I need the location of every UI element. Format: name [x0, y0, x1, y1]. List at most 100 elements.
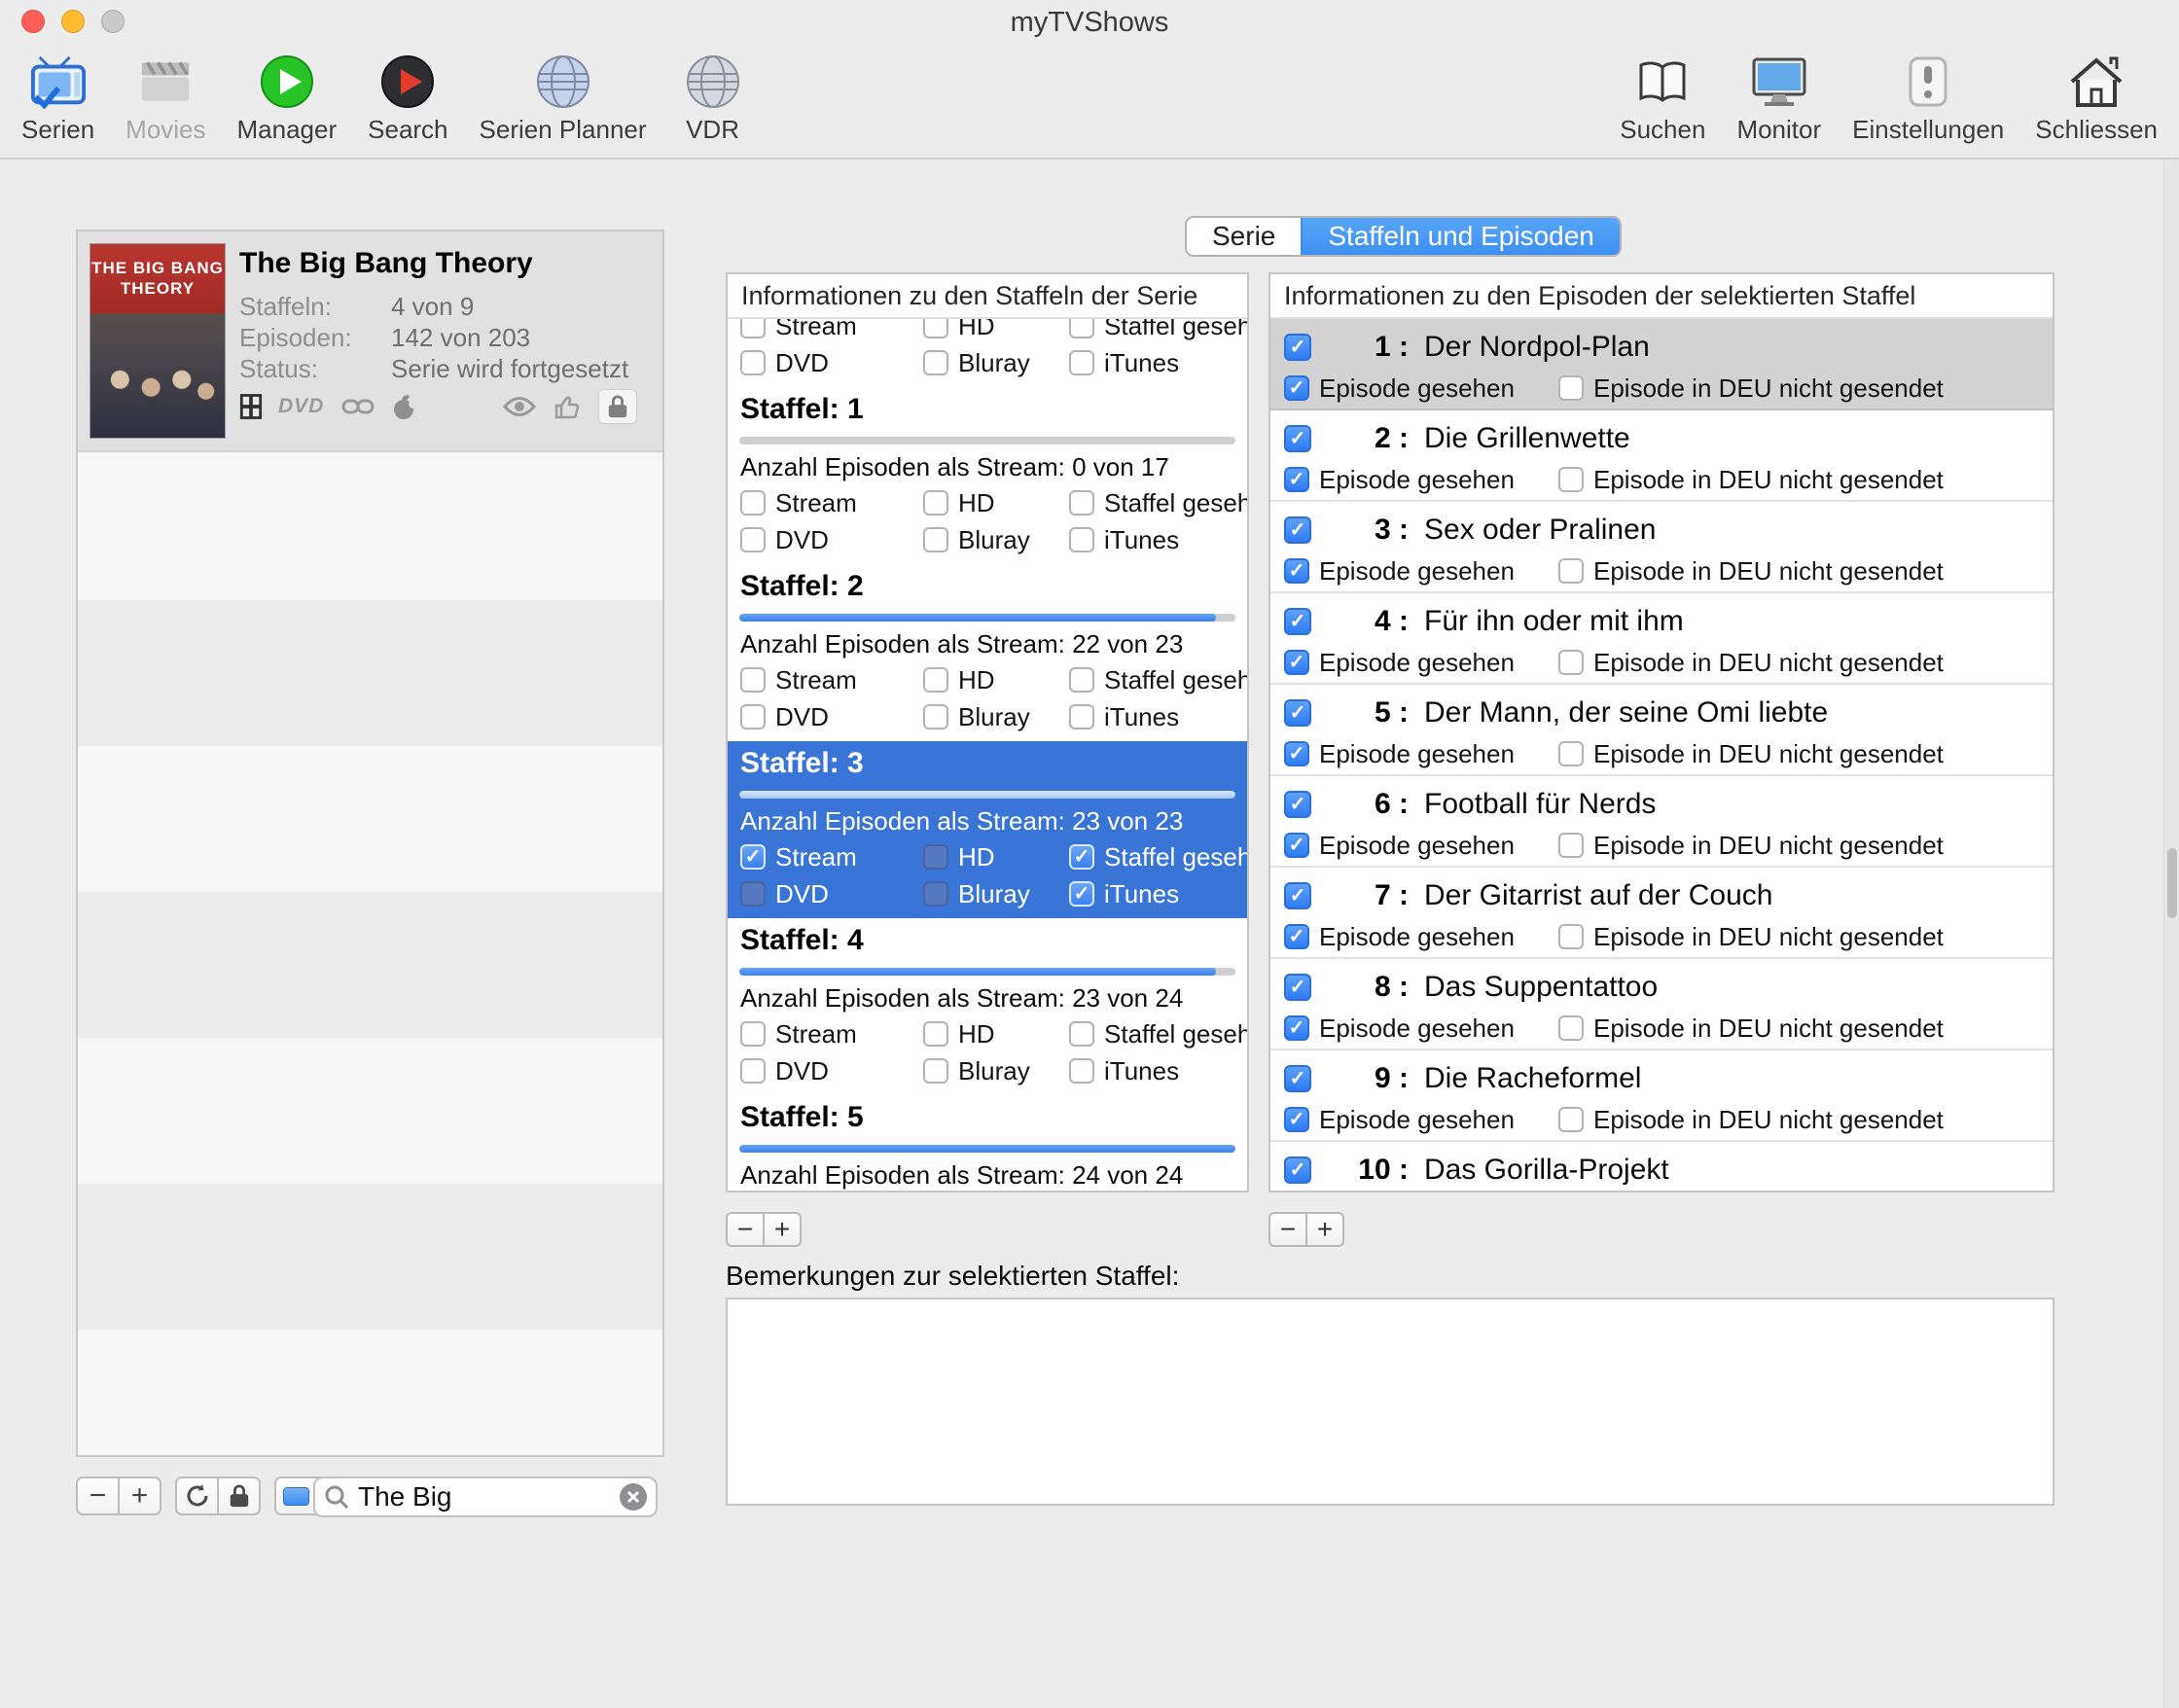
dvd-checkbox[interactable]: DVD: [740, 879, 923, 909]
episode-deu-checkbox[interactable]: Episode in DEU nicht gesendet: [1558, 465, 1944, 495]
add-season-button[interactable]: +: [763, 1212, 802, 1247]
episode-deu-checkbox[interactable]: Episode in DEU nicht gesendet: [1558, 1105, 1944, 1135]
color-label-button[interactable]: [274, 1477, 318, 1515]
scrollbar-thumb[interactable]: [2167, 848, 2177, 918]
episode-gesehen-checkbox[interactable]: Episode gesehen: [1284, 374, 1558, 404]
notes-field[interactable]: [726, 1298, 2054, 1506]
episode-select-checkbox[interactable]: [1284, 334, 1311, 361]
search-input[interactable]: [358, 1481, 611, 1512]
itunes-checkbox[interactable]: iTunes: [1069, 525, 1234, 555]
stream-checkbox[interactable]: Stream: [740, 842, 923, 872]
episode-gesehen-checkbox[interactable]: Episode gesehen: [1284, 556, 1558, 587]
toolbar-item-monitor[interactable]: Monitor: [1736, 51, 1821, 145]
add-series-button[interactable]: +: [118, 1477, 161, 1515]
episode-deu-checkbox[interactable]: Episode in DEU nicht gesendet: [1558, 922, 1944, 952]
episode-gesehen-checkbox[interactable]: Episode gesehen: [1284, 1014, 1558, 1044]
bluray-checkbox[interactable]: Bluray: [923, 702, 1069, 732]
dvd-checkbox[interactable]: DVD: [740, 525, 923, 555]
minimize-button[interactable]: [61, 10, 85, 33]
dvd-checkbox[interactable]: DVD: [740, 702, 923, 732]
episode-gesehen-checkbox[interactable]: Episode gesehen: [1284, 648, 1558, 678]
zoom-button[interactable]: [101, 10, 125, 33]
remove-season-button[interactable]: −: [726, 1212, 765, 1247]
staffel-gesehen-checkbox[interactable]: Staffel gesehen: [1069, 1019, 1247, 1050]
episode-select-checkbox[interactable]: [1284, 1065, 1311, 1092]
toolbar-item-movies[interactable]: Movies: [125, 51, 205, 145]
episode-deu-checkbox[interactable]: Episode in DEU nicht gesendet: [1558, 831, 1944, 861]
dvd-checkbox[interactable]: DVD: [740, 348, 923, 378]
window-scrollbar[interactable]: [2163, 160, 2179, 1708]
itunes-checkbox[interactable]: iTunes: [1069, 702, 1234, 732]
itunes-checkbox[interactable]: iTunes: [1069, 1056, 1234, 1086]
season-item[interactable]: Staffel: 2 Anzahl Episoden als Stream: 2…: [728, 564, 1247, 741]
toolbar-item-serien[interactable]: Serien: [21, 51, 94, 145]
stream-checkbox[interactable]: Stream: [740, 319, 923, 341]
episode-select-checkbox[interactable]: [1284, 882, 1311, 909]
episode-select-checkbox[interactable]: [1284, 516, 1311, 544]
staffel-gesehen-checkbox[interactable]: Staffel gesehen: [1069, 488, 1247, 518]
episode-gesehen-checkbox[interactable]: Episode gesehen: [1284, 465, 1558, 495]
hd-checkbox[interactable]: HD: [923, 488, 1069, 518]
bluray-checkbox[interactable]: Bluray: [923, 879, 1069, 909]
staffel-gesehen-checkbox[interactable]: Staffel gesehen: [1069, 665, 1247, 695]
staffel-gesehen-checkbox[interactable]: Staffel gesehen: [1069, 319, 1247, 341]
add-episode-button[interactable]: +: [1305, 1212, 1344, 1247]
episode-row[interactable]: 8 : Das Suppentattoo Episode gesehen Epi…: [1270, 959, 2053, 1050]
season-item-selected[interactable]: Staffel: 3 Anzahl Episoden als Stream: 2…: [728, 741, 1247, 918]
close-button[interactable]: [21, 10, 45, 33]
stream-checkbox[interactable]: Stream: [740, 488, 923, 518]
episode-select-checkbox[interactable]: [1284, 974, 1311, 1001]
stream-checkbox[interactable]: Stream: [740, 665, 923, 695]
episode-select-checkbox[interactable]: [1284, 699, 1311, 727]
episode-deu-checkbox[interactable]: Episode in DEU nicht gesendet: [1558, 556, 1944, 587]
toolbar-item-suchen[interactable]: Suchen: [1620, 51, 1705, 145]
hd-checkbox[interactable]: HD: [923, 319, 1069, 341]
toolbar-item-manager[interactable]: Manager: [237, 51, 338, 145]
remove-series-button[interactable]: −: [76, 1477, 120, 1515]
hd-checkbox[interactable]: HD: [923, 842, 1069, 872]
episode-row[interactable]: 9 : Die Racheformel Episode gesehen Epis…: [1270, 1050, 2053, 1142]
toolbar-item-vdr[interactable]: VDR: [678, 51, 748, 145]
toolbar-item-serien-planner[interactable]: Serien Planner: [480, 51, 647, 145]
toolbar-item-schliessen[interactable]: Schliessen: [2035, 51, 2158, 145]
bluray-checkbox[interactable]: Bluray: [923, 348, 1069, 378]
episode-deu-checkbox[interactable]: Episode in DEU nicht gesendet: [1558, 374, 1944, 404]
hd-checkbox[interactable]: HD: [923, 1019, 1069, 1050]
episode-row[interactable]: 6 : Football für Nerds Episode gesehen E…: [1270, 776, 2053, 868]
episode-deu-checkbox[interactable]: Episode in DEU nicht gesendet: [1558, 1014, 1944, 1044]
refresh-button[interactable]: [175, 1477, 219, 1515]
episode-deu-checkbox[interactable]: Episode in DEU nicht gesendet: [1558, 739, 1944, 769]
episode-row[interactable]: 5 : Der Mann, der seine Omi liebte Episo…: [1270, 685, 2053, 776]
tab-staffeln-und-episoden[interactable]: Staffeln und Episoden: [1301, 218, 1619, 255]
itunes-checkbox[interactable]: iTunes: [1069, 348, 1234, 378]
episode-row[interactable]: 7 : Der Gitarrist auf der Couch Episode …: [1270, 868, 2053, 959]
episode-select-checkbox[interactable]: [1284, 1156, 1311, 1184]
tab-serie[interactable]: Serie: [1187, 218, 1301, 255]
season-item[interactable]: Staffel: 4 Anzahl Episoden als Stream: 2…: [728, 918, 1247, 1095]
itunes-checkbox[interactable]: iTunes: [1069, 879, 1234, 909]
episode-gesehen-checkbox[interactable]: Episode gesehen: [1284, 831, 1558, 861]
episode-gesehen-checkbox[interactable]: Episode gesehen: [1284, 922, 1558, 952]
series-list-item[interactable]: THE BIG BANG THEORY The Big Bang Theory …: [78, 231, 662, 452]
episode-gesehen-checkbox[interactable]: Episode gesehen: [1284, 739, 1558, 769]
dvd-checkbox[interactable]: DVD: [740, 1056, 923, 1086]
staffel-gesehen-checkbox[interactable]: Staffel gesehen: [1069, 842, 1247, 872]
lock-button[interactable]: [217, 1477, 261, 1515]
season-item[interactable]: Staffel: 1 Anzahl Episoden als Stream: 0…: [728, 387, 1247, 564]
episode-gesehen-checkbox[interactable]: Episode gesehen: [1284, 1105, 1558, 1135]
toolbar-item-search[interactable]: Search: [368, 51, 447, 145]
lock-icon[interactable]: [598, 389, 637, 424]
toolbar-item-einstellungen[interactable]: Einstellungen: [1852, 51, 2004, 145]
season-item[interactable]: Stream HD Staffel gesehen DVD Bluray iTu…: [728, 319, 1247, 387]
stream-checkbox[interactable]: Stream: [740, 1019, 923, 1050]
clear-search-button[interactable]: [620, 1483, 647, 1511]
remove-episode-button[interactable]: −: [1268, 1212, 1307, 1247]
episode-select-checkbox[interactable]: [1284, 791, 1311, 818]
bluray-checkbox[interactable]: Bluray: [923, 1056, 1069, 1086]
episode-row[interactable]: 4 : Für ihn oder mit ihm Episode gesehen…: [1270, 593, 2053, 685]
season-item[interactable]: Staffel: 5 Anzahl Episoden als Stream: 2…: [728, 1095, 1247, 1191]
bluray-checkbox[interactable]: Bluray: [923, 525, 1069, 555]
episode-row[interactable]: 2 : Die Grillenwette Episode gesehen Epi…: [1270, 410, 2053, 502]
episode-select-checkbox[interactable]: [1284, 425, 1311, 452]
episode-row[interactable]: 1 : Der Nordpol-Plan Episode gesehen Epi…: [1270, 319, 2053, 410]
